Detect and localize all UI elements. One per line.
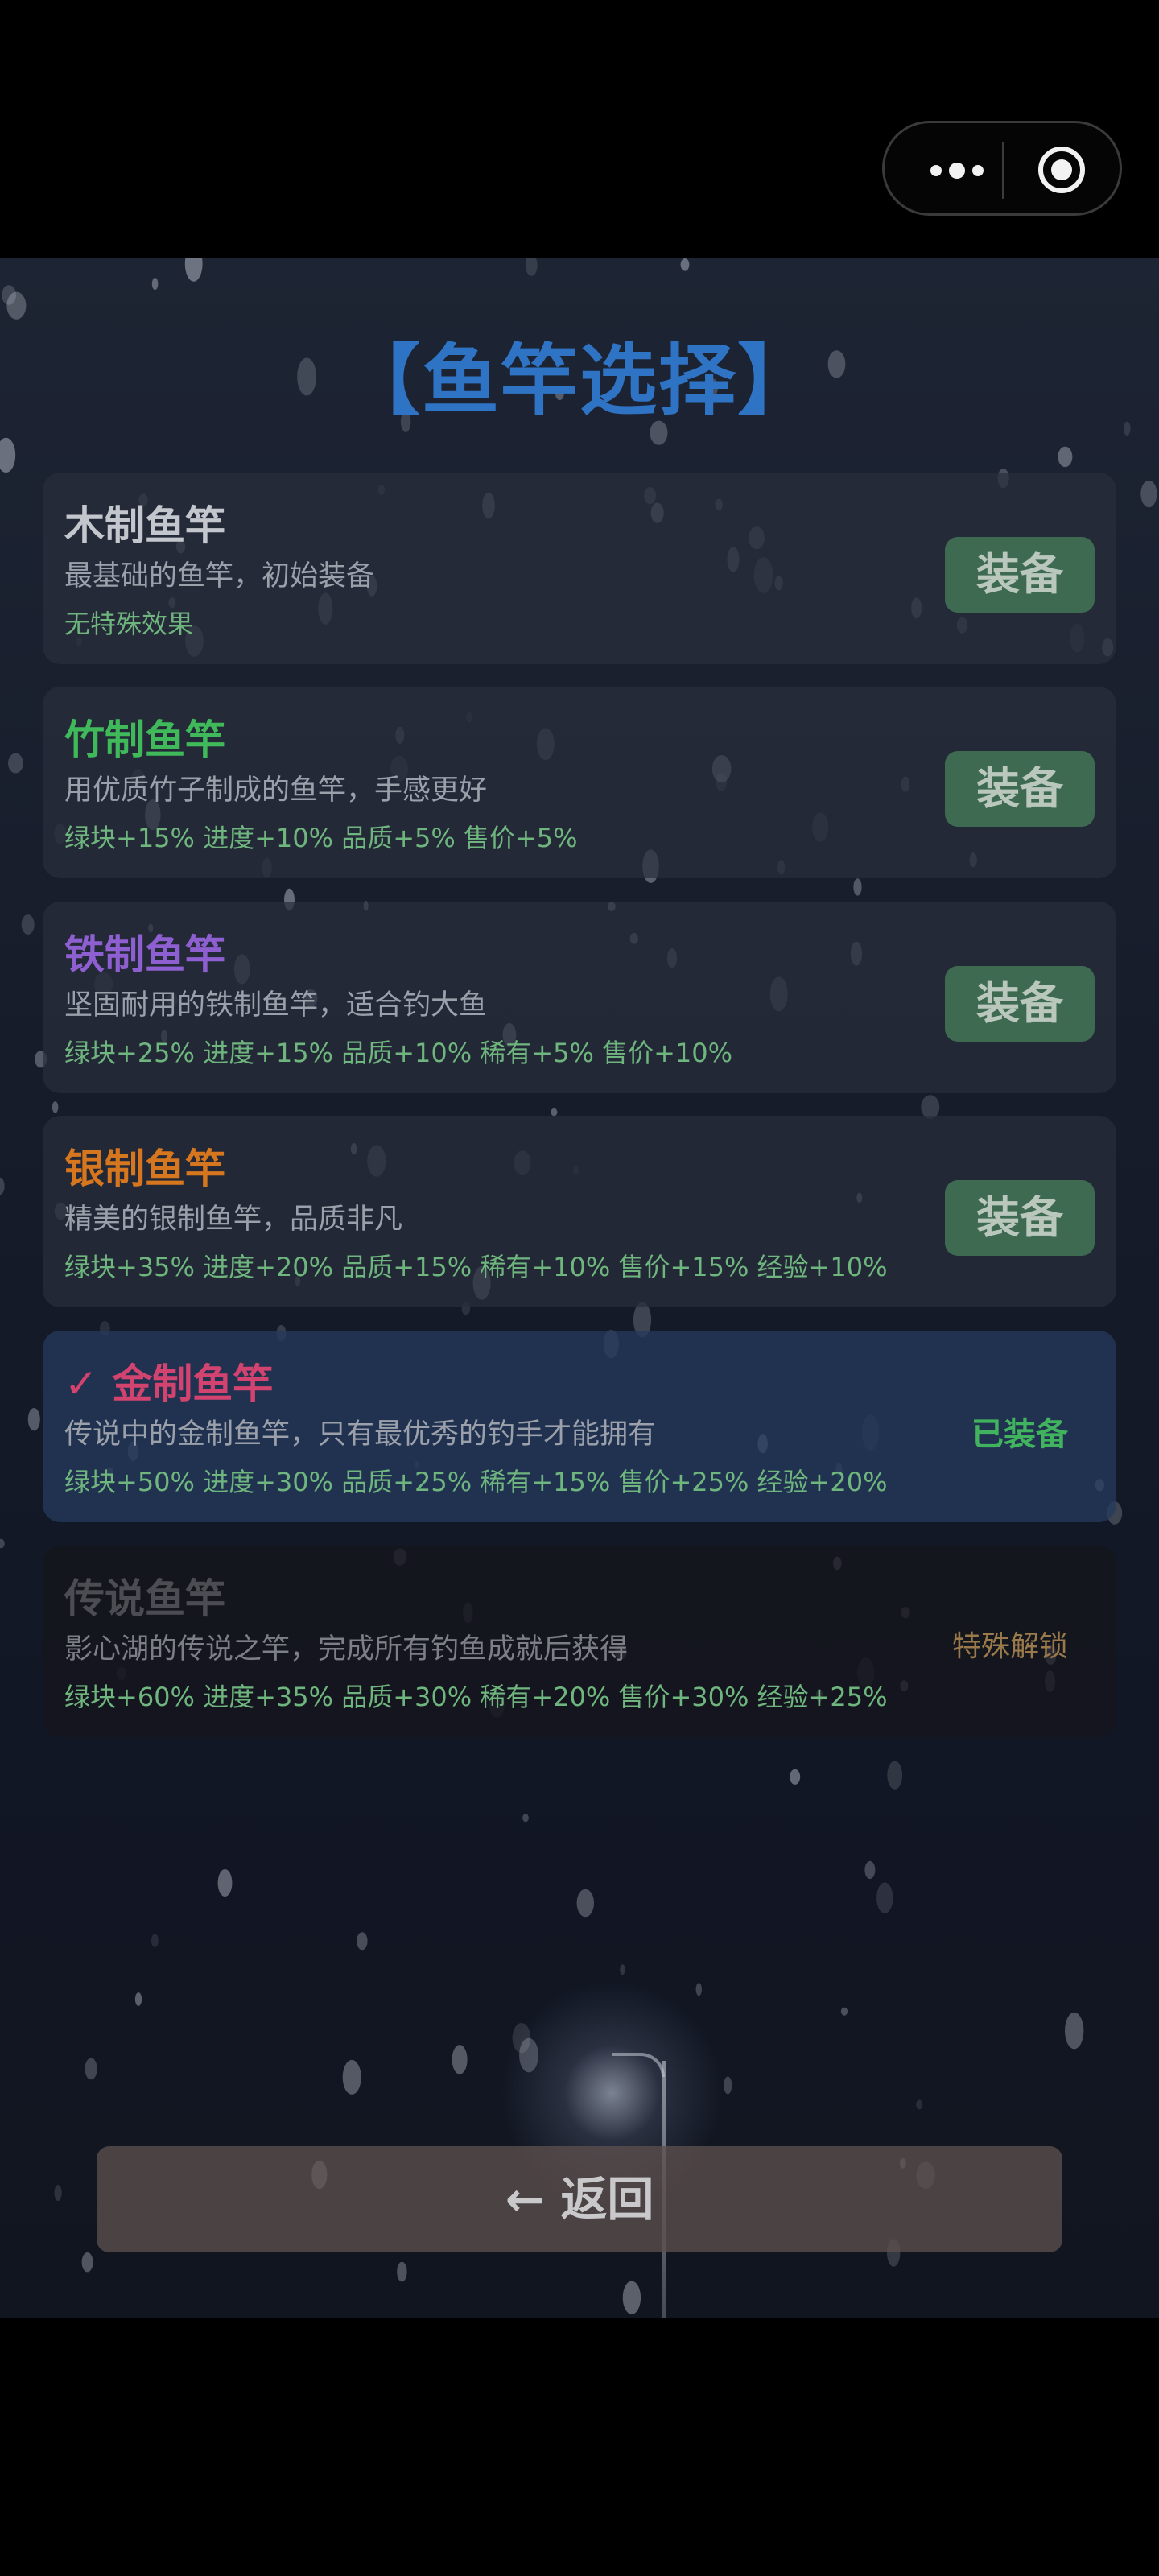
rod-card-bamboo: 竹制鱼竿 用优质竹子制成的鱼竿，手感更好 绿块+15% 进度+10% 品质+5%… [43, 687, 1116, 878]
snowflake [54, 2185, 62, 2202]
snowflake [397, 2261, 407, 2282]
rod-effects: 绿块+15% 进度+10% 品质+5% 售价+5% [64, 823, 578, 853]
snowflake [551, 1108, 558, 1117]
snowflake [0, 437, 16, 473]
snowflake [864, 1860, 876, 1880]
snowflake [184, 258, 203, 282]
rod-effects: 绿块+25% 进度+15% 品质+10% 稀有+5% 售价+10% [64, 1038, 733, 1068]
snowflake [724, 2076, 732, 2095]
bottom-bar [0, 2318, 1159, 2576]
rod-effects: 绿块+50% 进度+30% 品质+25% 稀有+15% 售价+25% 经验+20… [64, 1467, 888, 1497]
page-title: 【鱼竿选择】 [343, 336, 816, 426]
rod-description: 最基础的鱼竿，初始装备 [64, 560, 375, 592]
rod-effects: 绿块+35% 进度+20% 品质+15% 稀有+10% 售价+15% 经验+10… [64, 1252, 888, 1282]
snowflake [452, 2045, 468, 2074]
snowflake [151, 1934, 159, 1947]
snowflake [887, 1761, 903, 1790]
snowflake [790, 1769, 801, 1785]
back-button[interactable]: ← 返回 [97, 2146, 1062, 2252]
snowflake [342, 2059, 361, 2095]
rod-name: 银制鱼竿 [64, 1146, 225, 1192]
top-bar [0, 0, 1159, 258]
snowflake [8, 753, 23, 774]
snowflake [620, 1964, 625, 1975]
more-dots-icon[interactable] [917, 159, 997, 183]
rod-name: 铁制鱼竿 [64, 931, 225, 978]
snowflake [151, 278, 159, 291]
snowflake [217, 1869, 233, 1897]
rod-card-gold: ✓ 金制鱼竿 传说中的金制鱼竿，只有最优秀的钓手才能拥有 绿块+50% 进度+3… [43, 1331, 1116, 1522]
snowflake [1065, 2012, 1084, 2050]
mini-program-capsule [882, 121, 1122, 216]
unlock-status: 特殊解锁 [951, 1630, 1068, 1663]
equip-button[interactable]: 装备 [945, 1180, 1095, 1256]
record-target-icon[interactable] [1036, 144, 1087, 196]
snowflake [695, 1983, 702, 1996]
rod-description: 用优质竹子制成的鱼竿，手感更好 [64, 774, 488, 807]
snowflake [357, 1932, 368, 1951]
rod-card-wood: 木制鱼竿 最基础的鱼竿，初始装备 无特殊效果 装备 [43, 473, 1116, 664]
snowflake [840, 2007, 848, 2016]
rod-description: 传说中的金制鱼竿，只有最优秀的钓手才能拥有 [64, 1418, 657, 1451]
equip-button[interactable]: 装备 [945, 966, 1095, 1042]
rod-name: 传说鱼竿 [64, 1575, 225, 1622]
rod-description: 影心湖的传说之竿，完成所有钓鱼成就后获得 [64, 1633, 629, 1666]
capsule-divider [1002, 142, 1004, 199]
rod-card-silver: 银制鱼竿 精美的银制鱼竿，品质非凡 绿块+35% 进度+20% 品质+15% 稀… [43, 1116, 1116, 1307]
equipped-status: 已装备 [971, 1416, 1068, 1453]
snowflake [525, 258, 538, 276]
snowflake [0, 1177, 5, 1195]
rod-name: 木制鱼竿 [64, 502, 225, 549]
rod-description: 坚固耐用的铁制鱼竿，适合钓大鱼 [64, 989, 488, 1022]
snowflake [1058, 446, 1073, 468]
snowflake [81, 2252, 93, 2273]
rod-effects: 绿块+60% 进度+35% 品质+30% 稀有+20% 售价+30% 经验+25… [64, 1682, 888, 1712]
snowflake [85, 2058, 97, 2080]
snowflake [853, 878, 862, 896]
rod-effects: 无特殊效果 [64, 609, 194, 639]
rod-name: 竹制鱼竿 [64, 716, 225, 763]
snowflake [622, 2281, 641, 2314]
rod-card-iron: 铁制鱼竿 坚固耐用的铁制鱼竿，适合钓大鱼 绿块+25% 进度+15% 品质+10… [43, 902, 1116, 1093]
rod-name: ✓ 金制鱼竿 [64, 1360, 274, 1407]
equip-button[interactable]: 装备 [945, 537, 1095, 613]
snowflake [916, 2099, 923, 2110]
equip-button[interactable]: 装备 [945, 751, 1095, 827]
snowflake [876, 1882, 893, 1913]
snowflake [52, 1101, 59, 1113]
snowflake [680, 258, 690, 271]
snowflake [576, 1889, 594, 1918]
snowflake [522, 1814, 529, 1823]
snowflake [21, 914, 35, 935]
snowflake [0, 1538, 5, 1549]
snowflake [1140, 480, 1157, 508]
rod-description: 精美的银制鱼竿，品质非凡 [64, 1203, 403, 1236]
snowflake [134, 1992, 142, 2006]
snowflake [6, 291, 27, 320]
rod-card-legendary: 传说鱼竿 影心湖的传说之竿，完成所有钓鱼成就后获得 绿块+60% 进度+35% … [43, 1546, 1116, 1737]
snowflake [27, 1408, 40, 1431]
